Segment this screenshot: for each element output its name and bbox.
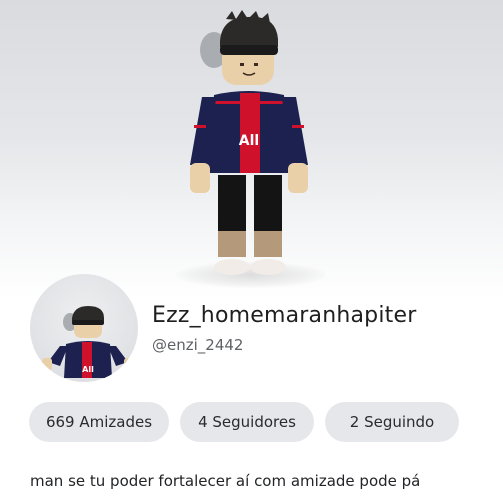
svg-text:All: All: [239, 133, 259, 149]
profile-stats: 669 Amizades 4 Seguidores 2 Seguindo: [29, 402, 459, 442]
profile-bio: man se tu poder fortalecer aí com amizad…: [30, 472, 421, 490]
followers-count-button[interactable]: 4 Seguidores: [180, 402, 314, 442]
svg-text:All: All: [82, 365, 94, 374]
username: @enzi_2442: [152, 336, 244, 354]
profile-avatar-thumbnail[interactable]: All: [30, 274, 138, 382]
friends-count-button[interactable]: 669 Amizades: [29, 402, 169, 442]
following-count-button[interactable]: 2 Seguindo: [325, 402, 459, 442]
display-name: Ezz_homemaranhapiter: [152, 303, 417, 328]
avatar-3d-view[interactable]: All: [150, 5, 350, 295]
